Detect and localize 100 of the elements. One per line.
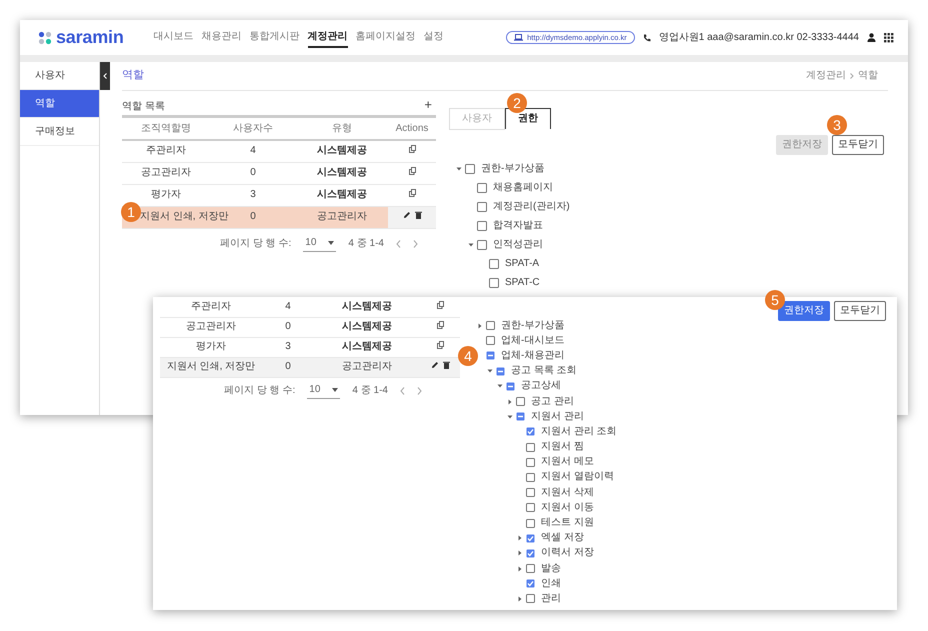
- checkbox[interactable]: [526, 564, 535, 574]
- tab[interactable]: 권한: [505, 108, 551, 129]
- nav-link[interactable]: 설정: [424, 28, 444, 48]
- add-button[interactable]: +: [424, 97, 432, 113]
- checkbox[interactable]: [489, 258, 499, 268]
- sidebar-toggle-button[interactable]: [100, 62, 110, 90]
- tree-item-label[interactable]: 인쇄: [541, 578, 561, 590]
- breadcrumb-link[interactable]: 계정관리: [806, 70, 846, 82]
- tree-item-label[interactable]: 업체-채용관리: [501, 350, 564, 362]
- apps-grid-icon[interactable]: [884, 32, 894, 42]
- tree-item-label[interactable]: 인적성관리: [493, 238, 543, 250]
- expand-toggle[interactable]: [517, 596, 523, 602]
- checkbox[interactable]: [486, 336, 495, 346]
- expand-toggle[interactable]: [456, 166, 462, 172]
- breadcrumb-link[interactable]: 역할: [858, 70, 878, 82]
- checkbox[interactable]: [496, 366, 505, 376]
- tree-item-label[interactable]: 관리: [541, 592, 561, 605]
- next-page-icon[interactable]: [413, 240, 418, 248]
- copy-icon[interactable]: [408, 167, 416, 175]
- tree-item-label[interactable]: 엑셀 저장: [541, 532, 584, 544]
- table-row[interactable]: 평가자 3 시스템제공: [160, 337, 460, 357]
- expand-toggle[interactable]: [517, 535, 523, 542]
- checkbox[interactable]: [526, 442, 535, 452]
- tree-item-label[interactable]: 지원서 관리 조회: [541, 426, 617, 438]
- table-row[interactable]: 공고관리자 0 시스템제공: [122, 162, 436, 184]
- expand-toggle[interactable]: [497, 383, 503, 390]
- expand-toggle[interactable]: [507, 414, 513, 420]
- tree-item-label[interactable]: 계정관리(관리자): [493, 200, 570, 212]
- tree-item-label[interactable]: 공고 목록 조회: [511, 365, 577, 378]
- expand-toggle[interactable]: [487, 368, 493, 374]
- expand-toggle[interactable]: [507, 398, 513, 405]
- tree-item-label[interactable]: 업체-대시보드: [501, 334, 564, 347]
- nav-link[interactable]: 통합게시판: [250, 28, 300, 48]
- checkbox[interactable]: [477, 220, 487, 230]
- checkbox[interactable]: [489, 278, 499, 288]
- tree-item-label[interactable]: 공고상세: [521, 380, 561, 392]
- nav-link[interactable]: 계정관리: [308, 28, 348, 48]
- trash-icon[interactable]: [414, 211, 422, 219]
- tree-item-label[interactable]: 공고 관리: [531, 396, 574, 408]
- copy-icon[interactable]: [436, 321, 444, 329]
- tree-item-label[interactable]: 지원서 찜: [541, 441, 584, 454]
- tree-item-label[interactable]: 지원서 열람이력: [541, 471, 614, 484]
- save-permissions-button[interactable]: 권한저장: [778, 301, 830, 321]
- tree-item-label[interactable]: SPAT-A: [505, 258, 540, 270]
- tree-item-label[interactable]: 지원서 이동: [541, 502, 594, 514]
- pencil-icon[interactable]: [430, 361, 438, 369]
- next-page-icon[interactable]: [417, 387, 422, 395]
- table-row[interactable]: 주관리자 4 시스템제공: [160, 297, 460, 317]
- copy-icon[interactable]: [436, 341, 444, 349]
- tree-item-label[interactable]: 이력서 저장: [541, 547, 594, 560]
- table-row[interactable]: 지원서 인쇄, 저장만 0 공고관리자: [160, 357, 460, 377]
- checkbox[interactable]: [477, 240, 487, 250]
- collapse-all-button[interactable]: 모두닫기: [834, 301, 886, 321]
- rows-per-page-select[interactable]: 10: [307, 384, 340, 398]
- checkbox[interactable]: [477, 202, 487, 212]
- checkbox[interactable]: [526, 488, 535, 498]
- checkbox[interactable]: [526, 548, 535, 558]
- rows-per-page-select[interactable]: 10: [303, 236, 336, 252]
- tree-item-label[interactable]: 채용홈페이지: [493, 182, 553, 194]
- previous-page-icon[interactable]: [396, 240, 401, 248]
- checkbox[interactable]: [526, 518, 535, 528]
- checkbox[interactable]: [526, 503, 535, 512]
- expand-toggle[interactable]: [517, 566, 523, 572]
- checkbox[interactable]: [486, 321, 495, 330]
- collapse-all-button[interactable]: 모두닫기: [832, 135, 884, 155]
- table-row[interactable]: 공고관리자 0 시스템제공: [160, 317, 460, 337]
- checkbox[interactable]: [465, 164, 475, 174]
- checkbox[interactable]: [526, 594, 535, 604]
- copy-icon[interactable]: [436, 300, 444, 309]
- expand-toggle[interactable]: [517, 550, 523, 556]
- tree-item-label[interactable]: 지원서 메모: [541, 456, 594, 468]
- checkbox[interactable]: [526, 579, 535, 588]
- checkbox[interactable]: [486, 351, 495, 360]
- pencil-icon[interactable]: [402, 211, 410, 219]
- checkbox[interactable]: [516, 412, 525, 422]
- expand-toggle[interactable]: [477, 322, 483, 329]
- tree-item-label[interactable]: 발송: [541, 562, 561, 575]
- tree-item-label[interactable]: SPAT-C: [505, 276, 540, 288]
- nav-link[interactable]: 홈페이지설정: [356, 28, 416, 48]
- person-icon[interactable]: [867, 33, 876, 42]
- trash-icon[interactable]: [442, 361, 450, 369]
- tree-item-label[interactable]: 지원서 삭제: [541, 486, 594, 499]
- table-row[interactable]: 주관리자 4 시스템제공: [122, 140, 436, 162]
- checkbox[interactable]: [526, 427, 535, 436]
- checkbox[interactable]: [516, 397, 525, 406]
- tree-item-label[interactable]: 권한-부가상품: [501, 320, 564, 332]
- tree-item-label[interactable]: 테스트 지원: [541, 517, 594, 530]
- previous-page-icon[interactable]: [400, 387, 405, 395]
- sidebar-item[interactable]: 구매정보: [20, 118, 99, 146]
- nav-link[interactable]: 채용관리: [202, 28, 242, 48]
- expand-toggle[interactable]: [468, 242, 474, 248]
- checkbox[interactable]: [477, 182, 487, 192]
- tree-item-label[interactable]: 합격자발표: [493, 220, 543, 232]
- checkbox[interactable]: [526, 472, 535, 482]
- checkbox[interactable]: [506, 382, 515, 391]
- sidebar-item[interactable]: 역할: [20, 90, 99, 118]
- copy-icon[interactable]: [408, 145, 416, 154]
- tree-item-label[interactable]: 지원서 관리: [531, 410, 584, 423]
- tree-item-label[interactable]: 권한-부가상품: [481, 162, 544, 174]
- nav-link[interactable]: 대시보드: [154, 28, 194, 48]
